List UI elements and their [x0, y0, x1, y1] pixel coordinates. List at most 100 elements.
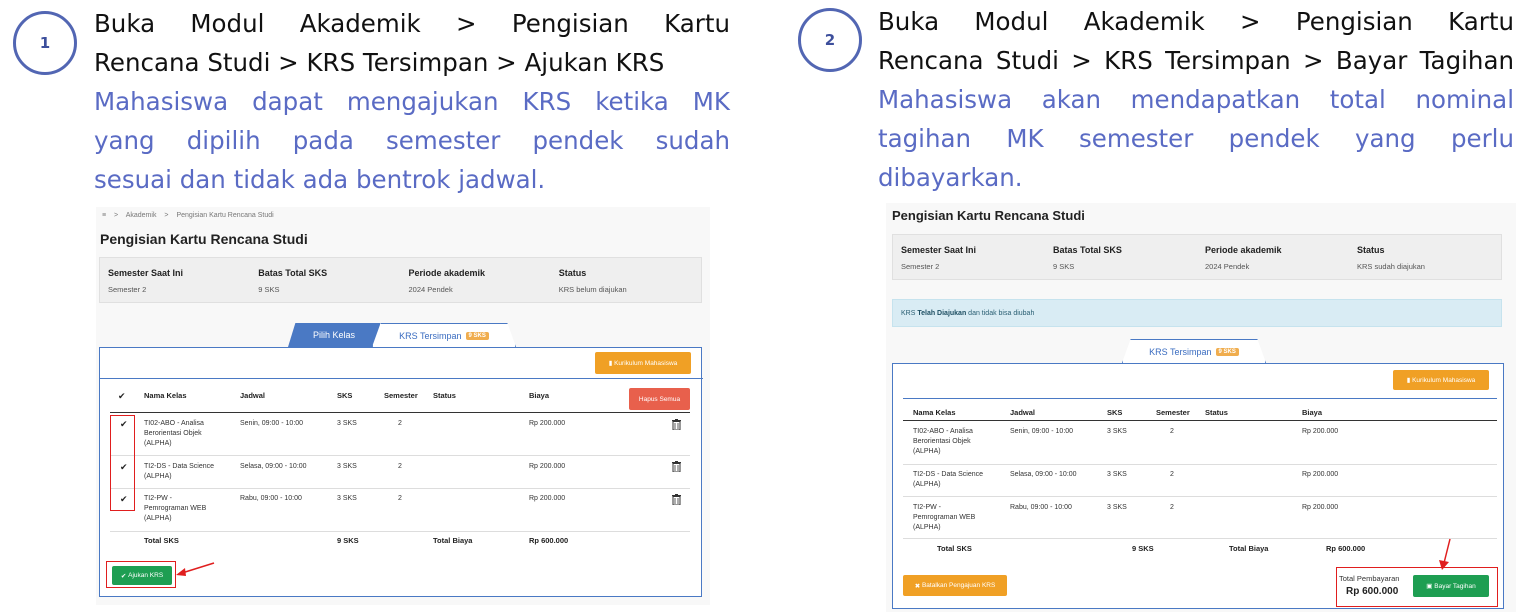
table-cell-biaya: Rp 200.000	[1302, 428, 1339, 435]
info-value: Semester 2	[108, 285, 147, 294]
button-label: Batalkan Pengajuan KRS	[921, 582, 996, 589]
breadcrumb: ≡ > Akademik > Pengisian Kartu Rencana S…	[102, 212, 280, 219]
total-sks-label: Total SKS	[144, 536, 179, 545]
batalkan-pengajuan-button[interactable]: ✖ Batalkan Pengajuan KRS	[903, 575, 1007, 596]
divider	[100, 378, 703, 379]
col-header: Biaya	[529, 391, 550, 400]
description-line: sesuai dan tidak ada bentrok jadwal.	[94, 165, 546, 194]
nav-path-line: Rencana Studi > KRS Tersimpan > Ajukan K…	[94, 48, 665, 77]
info-label: Batas Total SKS	[258, 268, 328, 278]
info-label: Periode akademik	[1205, 245, 1282, 255]
step-number-badge: 2	[798, 8, 862, 72]
table-cell-jadwal: Rabu, 09:00 - 10:00	[240, 495, 302, 502]
total-sks-label: Total SKS	[937, 544, 972, 553]
table-cell-biaya: Rp 200.000	[529, 495, 566, 502]
info-value: KRS sudah diajukan	[1357, 262, 1425, 271]
row-divider	[110, 488, 690, 489]
tab-label: KRS Tersimpan	[1149, 346, 1212, 357]
table-cell-semester: 2	[1170, 428, 1174, 435]
step-2: 2 Buka Modul Akademik > Pengisian Kartu …	[783, 0, 1534, 614]
info-value: 9 SKS	[258, 285, 280, 294]
header-line	[110, 412, 690, 413]
col-header: SKS	[337, 391, 353, 400]
alert-bold-text: Telah Diajukan	[917, 310, 967, 317]
payment-highlight-box	[1336, 567, 1498, 607]
description-line: Mahasiswa akan mendapatkan total nominal	[878, 85, 1514, 114]
row-divider	[903, 464, 1497, 465]
table-cell-jadwal: Rabu, 09:00 - 10:00	[1010, 504, 1072, 511]
status-alert: KRS Telah Diajukan dan tidak bisa diubah	[892, 299, 1502, 327]
breadcrumb-separator: >	[114, 212, 119, 219]
info-value: 2024 Pendek	[1205, 262, 1250, 271]
table-cell-semester: 2	[1170, 471, 1174, 478]
kurikulum-button[interactable]: ▮ Kurikulum Mahasiswa	[595, 352, 691, 374]
description-line: yang dipilih pada semester pendek sudah	[94, 126, 730, 155]
table-cell-sks: 3 SKS	[1107, 471, 1127, 478]
info-label: Semester Saat Ini	[901, 245, 977, 255]
select-all-checkbox[interactable]: ✔	[118, 391, 126, 402]
tab-krs-tersimpan[interactable]: KRS Tersimpan 9 SKS	[372, 323, 516, 347]
close-icon: ✖	[914, 582, 922, 590]
table-cell-semester: 2	[398, 463, 402, 470]
table-cell-biaya: Rp 200.000	[529, 420, 566, 427]
table-cell-sks: 3 SKS	[1107, 504, 1127, 511]
breadcrumb-akademik[interactable]: Akademik	[126, 212, 157, 219]
nav-path-line: Buka Modul Akademik > Pengisian Kartu	[878, 7, 1514, 36]
table-cell-nama: TI02-ABO - Analisa Berorientasi Objek (ALP…	[144, 420, 204, 447]
info-label: Status	[1357, 245, 1385, 255]
table-cell-biaya: Rp 200.000	[1302, 504, 1339, 511]
total-biaya-value: Rp 600.000	[529, 536, 569, 545]
total-sks-value: 9 SKS	[337, 536, 359, 545]
breadcrumb-separator: >	[164, 212, 169, 219]
total-sks-value: 9 SKS	[1132, 544, 1154, 553]
row-divider	[903, 496, 1497, 497]
col-header: Biaya	[1302, 408, 1323, 417]
table-cell-jadwal: Senin, 09:00 - 10:00	[1010, 428, 1074, 435]
total-biaya-value: Rp 600.000	[1326, 544, 1366, 553]
table-cell-sks: 3 SKS	[337, 463, 357, 470]
divider	[903, 398, 1497, 399]
kurikulum-button[interactable]: ▮ Kurikulum Mahasiswa	[1393, 370, 1489, 390]
col-header: Jadwal	[1010, 408, 1036, 417]
info-value: KRS belum diajukan	[558, 285, 627, 294]
header-line	[903, 420, 1497, 421]
table-cell-sks: 3 SKS	[337, 495, 357, 502]
info-label: Batas Total SKS	[1053, 245, 1122, 255]
row-divider	[110, 531, 690, 532]
col-header: Status	[1205, 408, 1228, 417]
col-header: Jadwal	[240, 391, 266, 400]
table-cell-semester: 2	[398, 420, 402, 427]
menu-icon[interactable]: ≡	[102, 212, 106, 219]
step-1: 1 Buka Modul Akademik > Pengisian Kartu …	[0, 0, 740, 614]
info-value: 2024 Pendek	[408, 285, 453, 294]
step-instructions: Buka Modul Akademik > Pengisian Kartu Re…	[878, 2, 1514, 197]
tab-krs-tersimpan[interactable]: KRS Tersimpan 9 SKS	[1122, 339, 1266, 363]
tab-pilih-kelas[interactable]: Pilih Kelas	[288, 323, 380, 347]
semester-info-panel: Semester Saat Ini Semester 2 Batas Total …	[99, 257, 702, 303]
col-header: Nama Kelas	[913, 408, 956, 417]
krs-screenshot-2: Pengisian Kartu Rencana Studi Semester S…	[886, 203, 1516, 612]
table-cell-biaya: Rp 200.000	[529, 463, 566, 470]
info-value: Semester 2	[901, 262, 940, 271]
info-label: Semester Saat Ini	[108, 268, 184, 278]
nav-path-line: Rencana Studi > KRS Tersimpan > Bayar Ta…	[878, 46, 1514, 75]
trash-icon[interactable]	[672, 494, 681, 505]
krs-table-card: ▮ Kurikulum Mahasiswa ✔ Nama Kelas Jadwa…	[99, 347, 703, 597]
hapus-semua-button[interactable]: Hapus Semua	[629, 388, 690, 410]
button-label: Kurikulum Mahasiswa	[614, 359, 678, 367]
trash-icon[interactable]	[672, 461, 681, 472]
nav-path-line: Buka Modul Akademik > Pengisian Kartu	[94, 9, 730, 38]
col-header: Status	[433, 391, 456, 400]
alert-text: KRS	[901, 310, 918, 317]
table-cell-nama: TI2-DS - Data Science (ALPHA)	[913, 471, 984, 488]
info-label: Status	[558, 268, 587, 278]
description-line: dibayarkan.	[878, 163, 1023, 192]
row-divider	[903, 538, 1497, 539]
col-header: Semester	[1156, 408, 1190, 417]
col-header: Nama Kelas	[144, 391, 187, 400]
table-cell-nama: TI2-DS - Data Science (ALPHA)	[144, 463, 215, 480]
info-value: 9 SKS	[1053, 262, 1075, 271]
step-number-badge: 1	[13, 11, 77, 75]
trash-icon[interactable]	[672, 419, 681, 430]
sks-badge: 9 SKS	[1215, 347, 1239, 356]
